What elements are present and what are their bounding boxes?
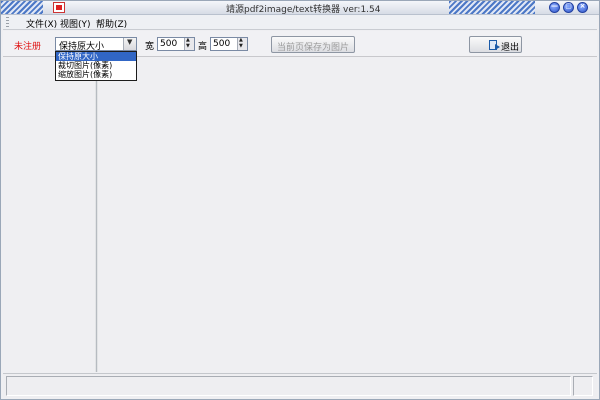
size-mode-dropdown-list[interactable]: 保持原大小 裁切图片(像素) 缩放图片(像素) (55, 51, 137, 81)
width-label: 宽 (145, 42, 155, 52)
menu-view[interactable]: 视图(Y) (60, 17, 91, 30)
height-stepper[interactable]: 500 ▲ ▼ (210, 37, 248, 51)
page-thumbnail-panel[interactable] (3, 57, 95, 372)
size-mode-option[interactable]: 保持原大小 (56, 52, 136, 61)
status-bar (3, 373, 597, 397)
minimize-button[interactable]: — (549, 2, 560, 13)
height-value[interactable]: 500 (213, 39, 230, 49)
unregistered-label[interactable]: 未注册 (14, 39, 41, 52)
size-mode-option[interactable]: 裁切图片(像素) (56, 61, 136, 70)
save-page-as-image-button[interactable]: 当前页保存为图片 (271, 36, 355, 53)
exit-button[interactable]: 退出 (469, 36, 522, 53)
menu-help[interactable]: 帮助(Z) (96, 17, 127, 30)
close-icon: × (579, 2, 586, 10)
height-label: 高 (198, 42, 208, 52)
window-title: 靖源pdf2image/text转换器 ver:1.54 (226, 5, 381, 15)
height-spin-buttons[interactable]: ▲ ▼ (237, 38, 247, 50)
title-decoration-left (1, 1, 43, 14)
width-stepper[interactable]: 500 ▲ ▼ (157, 37, 195, 51)
menu-file[interactable]: 文件(X) (26, 17, 57, 30)
minimize-icon: — (551, 2, 558, 10)
preview-area[interactable] (98, 57, 598, 372)
title-decoration-right (449, 1, 535, 14)
close-button[interactable]: × (577, 2, 588, 13)
width-value[interactable]: 500 (160, 39, 177, 49)
menu-bar: 文件(X) 视图(Y) 帮助(Z) (3, 15, 597, 30)
menu-grip-icon[interactable] (6, 17, 9, 27)
app-window: 靖源pdf2image/text转换器 ver:1.54 — ▢ × 文件(X)… (0, 0, 600, 400)
title-bar[interactable]: 靖源pdf2image/text转换器 ver:1.54 — ▢ × (1, 1, 599, 15)
maximize-button[interactable]: ▢ (563, 2, 574, 13)
width-spin-buttons[interactable]: ▲ ▼ (184, 38, 194, 50)
maximize-icon: ▢ (565, 2, 572, 10)
spin-down-icon[interactable]: ▼ (186, 44, 190, 49)
dropdown-arrow-button[interactable]: ▼ (123, 38, 136, 50)
exit-label: 退出 (501, 43, 520, 53)
size-mode-option[interactable]: 缩放图片(像素) (56, 70, 136, 79)
exit-icon (489, 40, 500, 50)
status-pane-grip (573, 376, 593, 396)
pdf-app-icon[interactable] (53, 2, 65, 13)
save-page-label: 当前页保存为图片 (277, 43, 350, 53)
spin-down-icon[interactable]: ▼ (239, 44, 243, 49)
status-pane-main (6, 376, 571, 396)
chevron-down-icon: ▼ (127, 38, 133, 46)
size-mode-select[interactable]: 保持原大小 ▼ (55, 37, 137, 52)
